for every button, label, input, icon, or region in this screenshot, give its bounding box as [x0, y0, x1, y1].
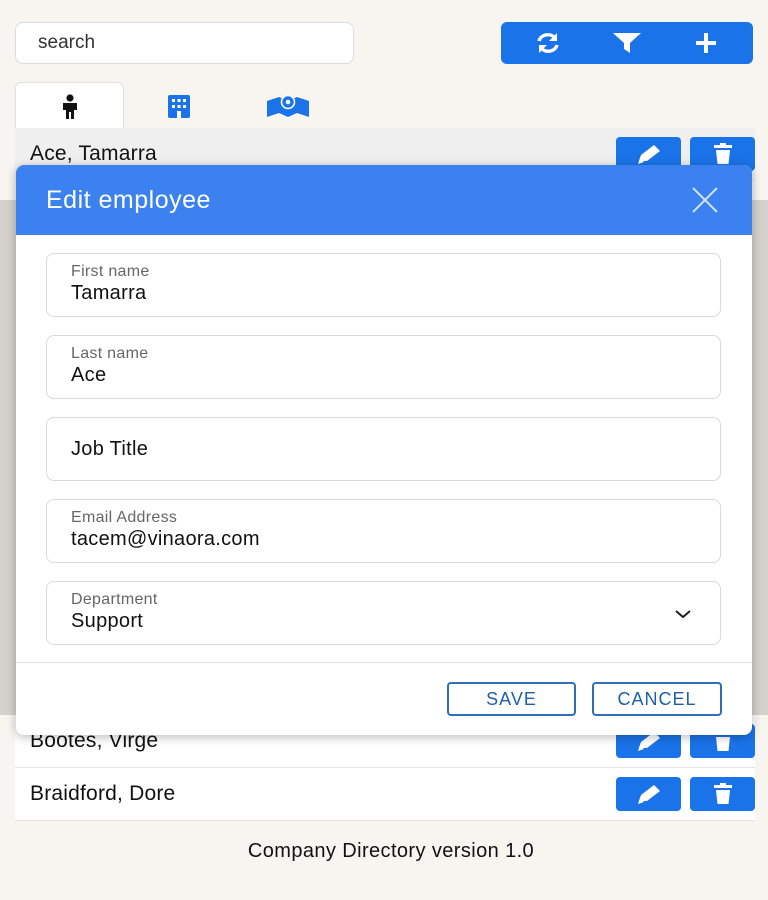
delete-button[interactable] — [690, 777, 755, 811]
field-label: Email Address — [71, 509, 178, 526]
list-item[interactable]: Braidford, Dore — [15, 768, 755, 821]
modal-header: Edit employee — [16, 165, 752, 235]
tab-locations[interactable] — [233, 82, 342, 130]
building-icon — [167, 95, 190, 118]
field-value: Ace — [71, 364, 107, 386]
modal-title: Edit employee — [46, 185, 211, 214]
toolbar — [501, 22, 753, 64]
plus-icon — [695, 33, 716, 53]
tab-departments[interactable] — [124, 82, 233, 130]
refresh-icon — [537, 33, 559, 53]
filter-icon — [612, 33, 641, 53]
save-button[interactable]: SAVE — [447, 682, 576, 716]
cancel-button[interactable]: CANCEL — [592, 682, 722, 716]
person-icon — [62, 93, 77, 119]
field-value: tacem@vinaora.com — [71, 528, 260, 550]
employee-name: Braidford, Dore — [30, 782, 176, 805]
field-label: Department — [71, 591, 158, 608]
map-icon — [266, 94, 309, 117]
refresh-button[interactable] — [518, 25, 578, 61]
tab-bar — [15, 82, 342, 130]
trash-icon — [713, 143, 732, 164]
modal-footer: SAVE CANCEL — [16, 662, 752, 735]
close-icon — [692, 187, 718, 213]
version-footer: Company Directory version 1.0 — [247, 840, 535, 862]
pencil-icon — [637, 785, 660, 804]
tab-personnel[interactable] — [15, 82, 124, 130]
filter-button[interactable] — [597, 25, 657, 61]
email-field[interactable]: Email Address tacem@vinaora.com — [46, 499, 721, 563]
close-button[interactable] — [688, 183, 722, 217]
add-button[interactable] — [676, 25, 736, 61]
field-placeholder: Job Title — [71, 437, 149, 460]
field-value: Support — [71, 610, 144, 632]
last-name-field[interactable]: Last name Ace — [46, 335, 721, 399]
chevron-down-icon — [675, 610, 691, 619]
edit-button[interactable] — [616, 777, 681, 811]
employee-name: Ace, Tamarra — [30, 142, 157, 165]
field-value: Tamarra — [71, 282, 147, 304]
trash-icon — [713, 783, 732, 804]
pencil-icon — [637, 145, 660, 164]
department-select[interactable]: Department Support — [46, 581, 721, 645]
field-label: Last name — [71, 345, 149, 362]
edit-employee-modal: Edit employee First name Tamarra Last na… — [16, 165, 752, 735]
search-input[interactable] — [15, 22, 354, 64]
job-title-field[interactable]: Job Title — [46, 417, 721, 481]
first-name-field[interactable]: First name Tamarra — [46, 253, 721, 317]
field-label: First name — [71, 263, 150, 280]
